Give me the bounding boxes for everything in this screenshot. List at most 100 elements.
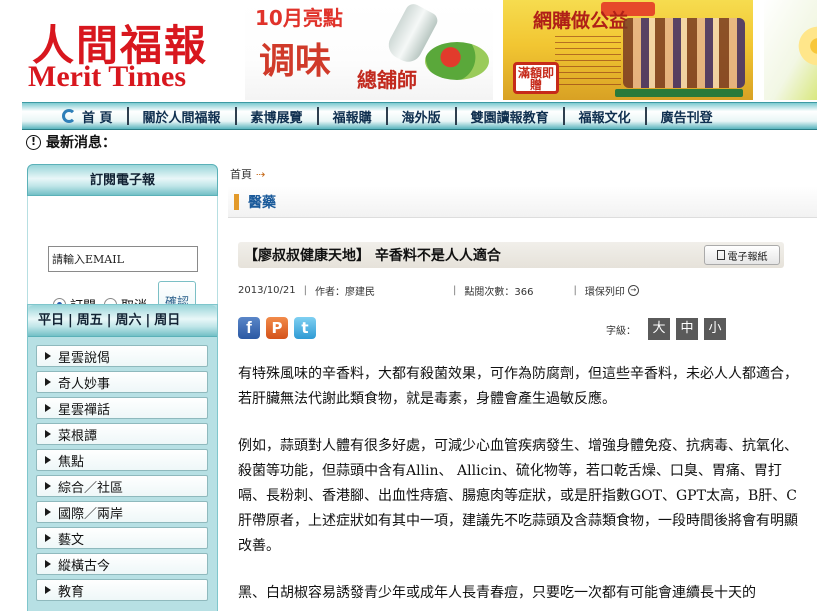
menu-item-label: 奇人妙事 xyxy=(58,376,111,392)
arrow-right-icon xyxy=(45,534,51,542)
banner-fineprint xyxy=(555,36,621,86)
twitter-icon[interactable]: t xyxy=(294,317,316,339)
tab-separator: | xyxy=(106,313,112,328)
article-meta: 2013/10/21 | 作者：廖建民 | 點閱次數：366 | 環保列印 → xyxy=(238,282,798,298)
article-paragraph: 有特殊風味的辛香料，大都有殺菌效果，可作為防腐劑，但這些辛香料，未必人人都適合，… xyxy=(238,366,798,407)
menu-item[interactable]: 焦點 xyxy=(36,449,208,471)
email-input[interactable] xyxy=(48,246,198,272)
nav-label: 首 頁 xyxy=(82,110,113,126)
banner-title: 10月亮點 xyxy=(255,6,343,30)
menu-item[interactable]: 星雲禪話 xyxy=(36,397,208,419)
section-header: 醫藥 xyxy=(228,186,817,218)
article-author: 作者：廖建民 xyxy=(315,286,376,298)
menu-item-label: 教育 xyxy=(58,584,85,600)
logo-english: Merit Times xyxy=(28,60,187,93)
banner-headline: 调味 xyxy=(259,40,332,82)
share-buttons: f P t xyxy=(238,317,316,339)
menu-item[interactable]: 菜根譚 xyxy=(36,423,208,445)
category-list: 星雲說偈 奇人妙事 星雲禪話 菜根譚 焦點 綜合／社區 國際／兩岸 藝文 縱橫古… xyxy=(28,337,217,601)
nav-shop[interactable]: 福報購 xyxy=(319,107,388,126)
article-views: 點閱次數：366 xyxy=(464,286,534,298)
epaper-button[interactable]: 電子報紙 xyxy=(704,245,780,265)
ad-banner-partial[interactable] xyxy=(764,0,817,100)
breadcrumb-arrow-icon: ⇢ xyxy=(256,167,266,181)
menu-item-label: 藝文 xyxy=(58,532,85,548)
font-large-button[interactable]: 大 xyxy=(648,318,670,340)
latest-news-label: 最新消息： xyxy=(46,135,116,151)
menu-item-label: 焦點 xyxy=(58,454,85,470)
menu-item[interactable]: 綜合／社區 xyxy=(36,475,208,497)
meta-divider: | xyxy=(573,284,577,296)
flower-image xyxy=(788,16,817,76)
facebook-icon[interactable]: f xyxy=(238,317,260,339)
latest-news: ! 最新消息： xyxy=(26,132,116,152)
menu-item-label: 星雲禪話 xyxy=(58,402,111,418)
people-image xyxy=(623,18,745,88)
tab-separator: | xyxy=(68,313,73,328)
epaper-heading: 訂閱電子報 xyxy=(27,164,218,196)
category-menu: 平日 | 周五 | 周六 | 周日 星雲說偈 奇人妙事 星雲禪話 菜根譚 焦點 … xyxy=(27,304,218,611)
breadcrumb-home-link[interactable]: 首頁 xyxy=(230,166,252,182)
font-medium-button[interactable]: 中 xyxy=(676,318,698,340)
breadcrumb: 首頁 ⇢ xyxy=(230,166,265,182)
ad-banner-seasoning[interactable]: 10月亮點 调味 總舖師 xyxy=(245,0,493,100)
exclamation-icon: ! xyxy=(26,134,41,150)
banner-title: 網購做公益 xyxy=(533,10,629,32)
nav-expo[interactable]: 素博展覽 xyxy=(237,107,319,126)
arrow-right-icon xyxy=(45,586,51,594)
menu-item[interactable]: 縱橫古今 xyxy=(36,553,208,575)
arrow-right-icon xyxy=(45,482,51,490)
article-date: 2013/10/21 xyxy=(238,284,296,296)
site-header: 人間福報 Merit Times 10月亮點 调味 總舖師 網購做公益 滿額即贈 xyxy=(0,0,817,102)
home-icon xyxy=(62,109,76,123)
font-size-controls: 字級： 大 中 小 xyxy=(606,318,732,340)
nav-home[interactable]: 首 頁 xyxy=(22,107,129,126)
tab-sunday[interactable]: 周日 xyxy=(154,305,180,336)
nav-overseas[interactable]: 海外版 xyxy=(388,107,457,126)
tab-friday[interactable]: 周五 xyxy=(77,305,103,336)
font-size-label: 字級： xyxy=(606,325,636,337)
menu-item[interactable]: 國際／兩岸 xyxy=(36,501,208,523)
meta-divider: | xyxy=(453,284,457,296)
left-sidebar: 訂閱電子報 訂閱 取消 確認 平日 | 周五 | 周六 | 周日 星雲說偈 奇人… xyxy=(27,164,218,611)
ad-banner-charity[interactable]: 網購做公益 滿額即贈 xyxy=(503,0,753,100)
print-label: 環保列印 xyxy=(584,286,625,298)
arrow-right-icon xyxy=(45,508,51,516)
menu-item[interactable]: 星雲說偈 xyxy=(36,345,208,367)
nav-culture[interactable]: 福報文化 xyxy=(565,107,647,126)
document-icon xyxy=(716,250,725,260)
banner-footer-strip xyxy=(615,89,743,97)
section-title: 醫藥 xyxy=(248,195,276,211)
article-title-bar: 【廖叔叔健康天地】 辛香料不是人人適合 電子報紙 xyxy=(238,242,784,268)
edition-day-tabs: 平日 | 周五 | 周六 | 周日 xyxy=(28,305,217,337)
nav-education[interactable]: 雙園讀報教育 xyxy=(457,107,565,126)
menu-item[interactable]: 教育 xyxy=(36,579,208,601)
article-area: 首頁 ⇢ 醫藥 【廖叔叔健康天地】 辛香料不是人人適合 電子報紙 2013/10… xyxy=(228,160,817,611)
salad-image xyxy=(425,42,489,80)
article-paragraph: 黑、白胡椒容易誘發青少年或成年人長青春痘，只要吃一次都有可能會連續長十天的 xyxy=(238,585,756,601)
font-small-button[interactable]: 小 xyxy=(704,318,726,340)
menu-item-label: 星雲說偈 xyxy=(58,350,111,366)
nav-about[interactable]: 關於人間福報 xyxy=(129,107,237,126)
tab-weekday[interactable]: 平日 xyxy=(38,305,64,336)
menu-item-label: 菜根譚 xyxy=(58,428,98,444)
site-logo[interactable]: 人間福報 Merit Times xyxy=(20,8,240,98)
epaper-button-label: 電子報紙 xyxy=(727,251,768,263)
article-body: 有特殊風味的辛香料，大都有殺菌效果，可作為防腐劑，但這些辛香料，未必人人都適合，… xyxy=(238,362,798,611)
print-link[interactable]: 環保列印 → xyxy=(585,283,639,298)
menu-item-label: 國際／兩岸 xyxy=(58,506,124,522)
article-paragraph: 例如，蒜頭對人體有很多好處，可減少心血管疾病發生、增強身體免疫、抗病毒、抗氧化、… xyxy=(238,438,798,554)
tab-saturday[interactable]: 周六 xyxy=(116,305,142,336)
menu-item[interactable]: 奇人妙事 xyxy=(36,371,208,393)
meta-divider: | xyxy=(303,284,308,296)
menu-item[interactable]: 藝文 xyxy=(36,527,208,549)
arrow-right-icon xyxy=(45,430,51,438)
banner-subtitle: 總舖師 xyxy=(357,68,417,92)
plurk-icon[interactable]: P xyxy=(266,317,288,339)
arrow-right-icon xyxy=(45,560,51,568)
arrow-circle-icon: → xyxy=(627,284,639,296)
arrow-right-icon xyxy=(45,352,51,360)
section-marker xyxy=(234,194,239,210)
arrow-right-icon xyxy=(45,404,51,412)
nav-advertise[interactable]: 廣告刊登 xyxy=(647,107,727,126)
